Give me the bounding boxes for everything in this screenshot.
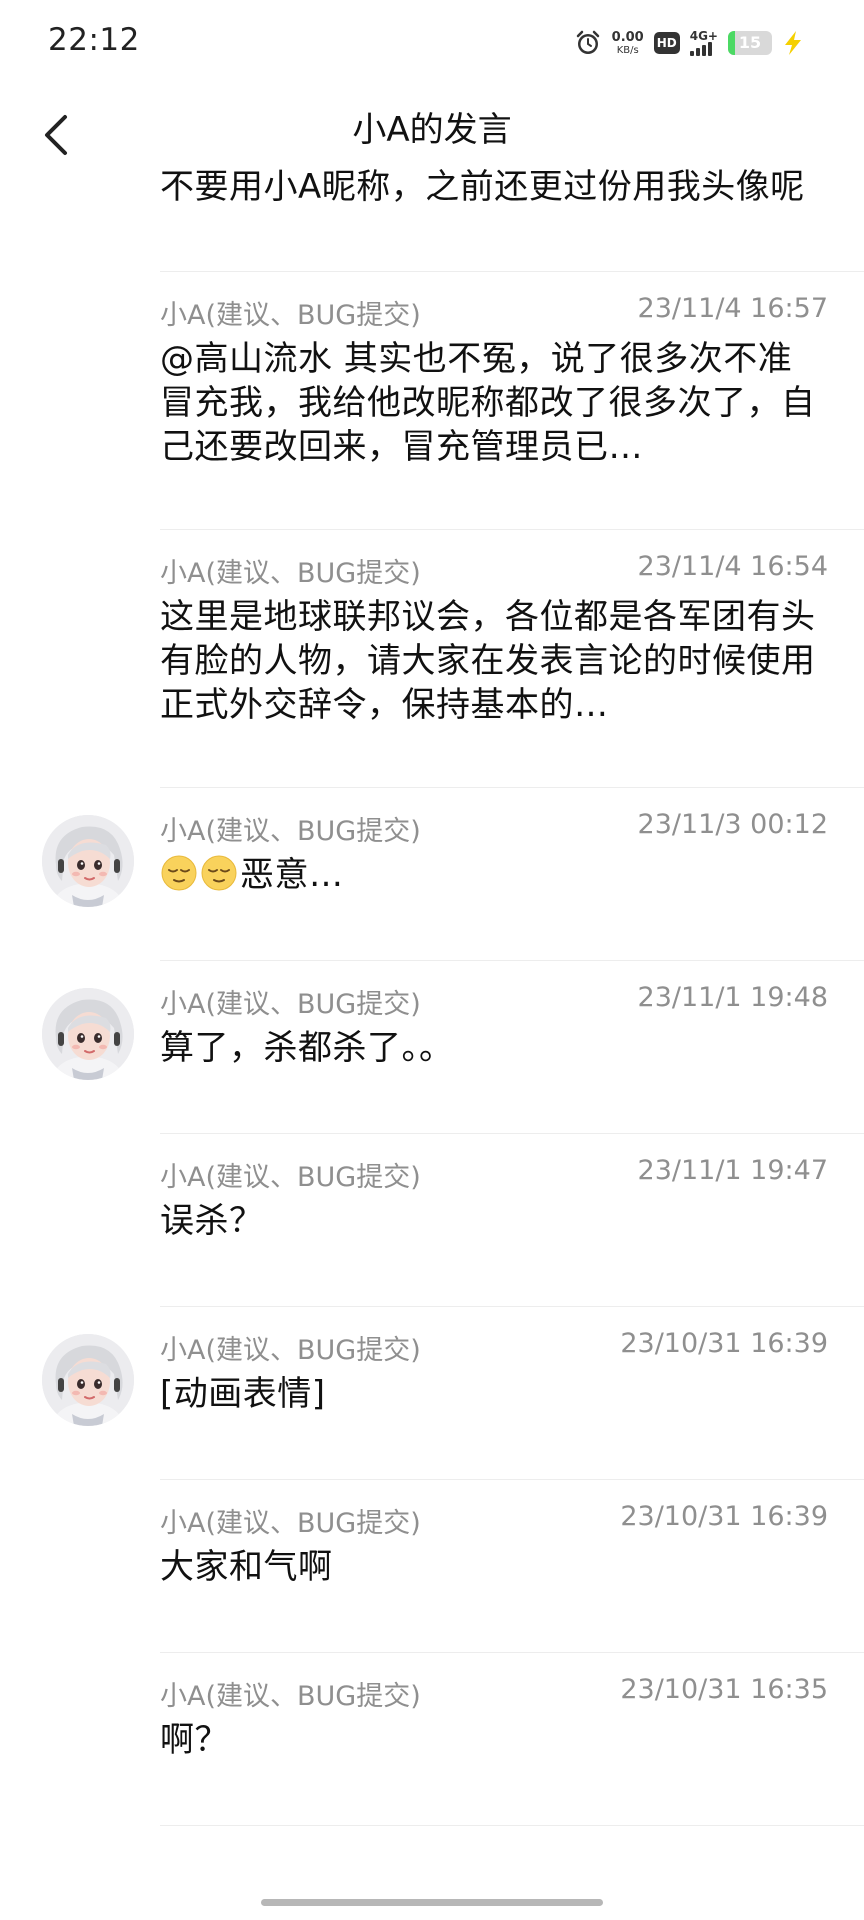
message-text: @高山流水 其实也不冤，说了很多次不准冒充我，我给他改昵称都改了很多次了，自己还… bbox=[160, 339, 816, 467]
status-icons: 0.00 KB/s HD 4G+ 15 bbox=[574, 26, 804, 60]
message-item[interactable]: 小A(建议、BUG提交) 23/11/4 16:54 这里是地球联邦议会，各位都是各… bbox=[0, 529, 864, 788]
message-item[interactable]: 小A(建议、BUG提交) 23/10/31 16:35 啊？ bbox=[0, 1652, 864, 1826]
relieved-face-emoji bbox=[160, 854, 198, 892]
sender-name: 小A(建议、BUG提交) bbox=[160, 989, 421, 1020]
message-item[interactable]: 小A(建议、BUG提交) 23/11/1 19:48 算了，杀都杀了。。 bbox=[0, 960, 864, 1134]
network-label: 4G+ bbox=[689, 29, 718, 43]
sender-name: 小A(建议、BUG提交) bbox=[160, 1335, 421, 1366]
relieved-face-emoji bbox=[200, 854, 238, 892]
page-title: 小A的发言 bbox=[352, 110, 512, 150]
message-timestamp: 23/11/4 16:57 bbox=[637, 293, 828, 324]
message-item[interactable]: 小A(建议、BUG提交)23/11/4 16:58不要用小A昵称，之前还更过份用… bbox=[0, 165, 864, 272]
message-text: [动画表情] bbox=[160, 1374, 326, 1414]
sender-name: 小A(建议、BUG提交) bbox=[160, 1508, 421, 1539]
message-text: 误杀？ bbox=[160, 1201, 264, 1241]
message-timestamp: 23/11/3 00:12 bbox=[637, 809, 828, 840]
message-text: 啊？ bbox=[160, 1720, 229, 1760]
avatar[interactable] bbox=[42, 988, 134, 1080]
message-text: 这里是地球联邦议会，各位都是各军团有头有脸的人物，请大家在发表言论的时候使用正式… bbox=[160, 597, 816, 725]
sender-name: 小A(建议、BUG提交) bbox=[160, 816, 421, 847]
divider bbox=[160, 1825, 864, 1826]
message-text: 恶意… bbox=[160, 853, 822, 897]
message-timestamp: 23/10/31 16:39 bbox=[620, 1328, 828, 1359]
signal-icon: 4G+ bbox=[689, 29, 718, 56]
alarm-icon bbox=[576, 30, 599, 54]
message-timestamp: 23/10/31 16:35 bbox=[620, 1674, 828, 1705]
message-timestamp: 23/11/1 19:47 bbox=[637, 1155, 828, 1186]
status-bar: 22:12 0.00 KB/s HD 4G+ 15 bbox=[0, 0, 864, 84]
charging-bolt-icon bbox=[785, 31, 801, 55]
message-list[interactable]: 小A(建议、BUG提交)23/11/4 16:58不要用小A昵称，之前还更过份用… bbox=[0, 165, 864, 1920]
message-timestamp: 23/10/31 16:39 bbox=[620, 1501, 828, 1532]
message-text-body: 恶意… bbox=[240, 855, 344, 895]
sender-name: 小A(建议、BUG提交) bbox=[160, 1162, 421, 1193]
avatar[interactable] bbox=[42, 815, 134, 907]
message-text: 算了，杀都杀了。。 bbox=[160, 1028, 454, 1068]
avatar[interactable] bbox=[42, 1334, 134, 1426]
message-text: 不要用小A昵称，之前还更过份用我头像呢 bbox=[160, 167, 805, 207]
message-timestamp: 23/11/4 16:54 bbox=[637, 551, 828, 582]
hd-icon: HD bbox=[653, 32, 680, 54]
battery-level: 15 bbox=[738, 33, 762, 52]
net-speed: 0.00 KB/s bbox=[612, 31, 644, 56]
message-item[interactable]: 小A(建议、BUG提交) 23/11/1 19:47 误杀？ bbox=[0, 1133, 864, 1307]
battery-icon: 15 bbox=[728, 31, 772, 55]
message-text: 大家和气啊 bbox=[160, 1547, 333, 1587]
sender-name: 小A(建议、BUG提交) bbox=[160, 300, 421, 331]
sender-name: 小A(建议、BUG提交) bbox=[160, 558, 421, 589]
message-item[interactable]: 小A(建议、BUG提交) 23/11/4 16:57 @高山流水 其实也不冤，说了很… bbox=[0, 271, 864, 530]
screen: 22:12 0.00 KB/s HD 4G+ 15 小A的发言 不要用小A昵称，… bbox=[0, 0, 864, 1920]
message-item[interactable]: 小A(建议、BUG提交) 23/11/3 00:12 恶意… bbox=[0, 787, 864, 961]
sender-name: 小A(建议、BUG提交) bbox=[160, 1681, 421, 1712]
net-speed-value: 0.00 bbox=[611, 29, 644, 45]
message-item[interactable]: 小A(建议、BUG提交) 23/10/31 16:39 大家和气啊 bbox=[0, 1479, 864, 1653]
home-indicator[interactable] bbox=[261, 1899, 603, 1906]
net-speed-unit: KB/s bbox=[616, 44, 639, 56]
message-item[interactable]: 小A(建议、BUG提交) 23/10/31 16:39 [动画表情] bbox=[0, 1306, 864, 1480]
message-timestamp: 23/11/1 19:48 bbox=[637, 982, 828, 1013]
status-time: 22:12 bbox=[48, 22, 140, 58]
